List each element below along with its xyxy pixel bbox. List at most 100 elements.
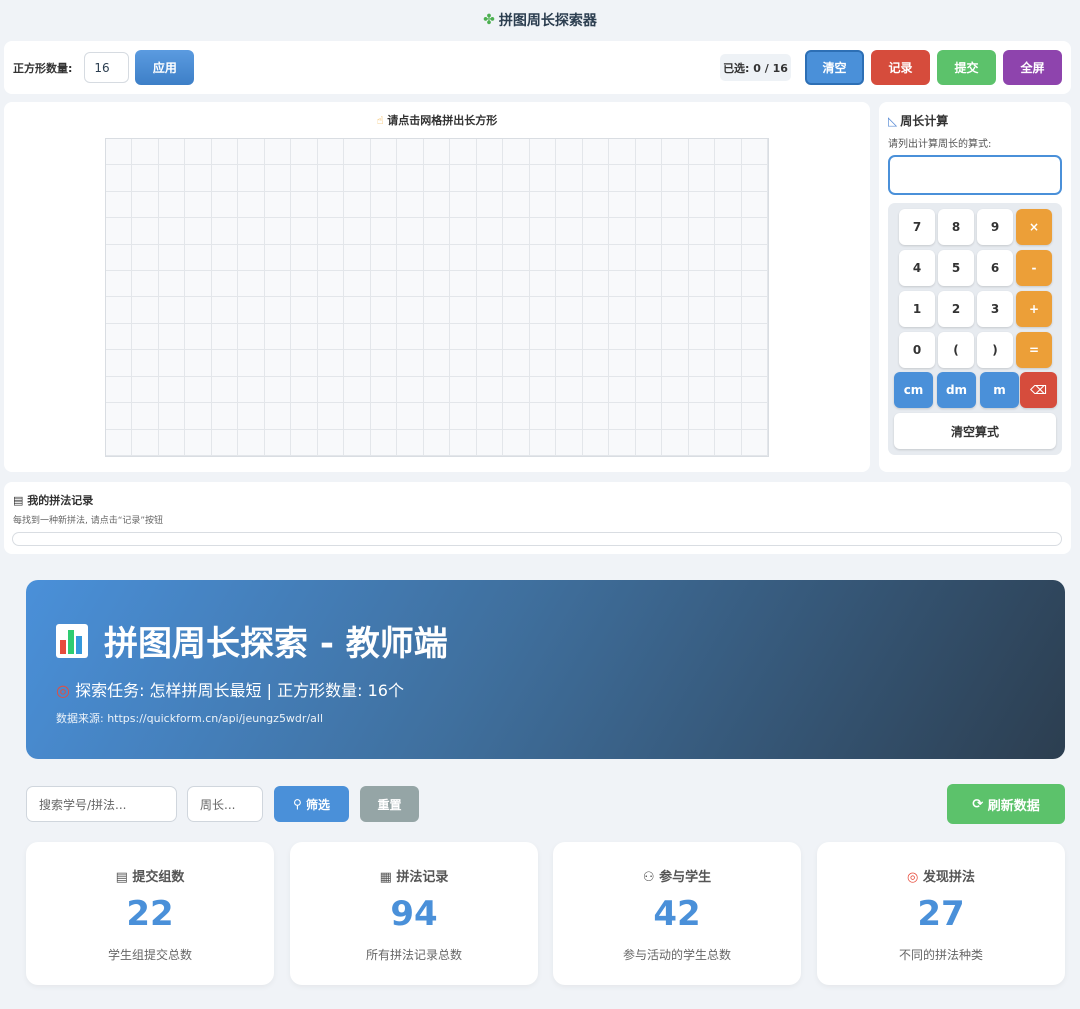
grid-cell[interactable] [291,139,318,166]
grid-cell[interactable] [264,350,292,377]
grid-cell[interactable] [317,297,345,324]
grid-cell[interactable] [556,165,583,192]
digit-8-key[interactable]: 8 [938,209,974,245]
grid-cell[interactable] [635,297,663,324]
grid-cell[interactable] [662,323,689,351]
grid-cell[interactable] [609,429,636,456]
grid-cell[interactable] [344,191,371,219]
grid-cell[interactable] [370,139,398,166]
grid-cell[interactable] [688,403,716,430]
grid-cell[interactable] [662,271,689,298]
grid-cell[interactable] [397,297,424,324]
digit-5-key[interactable]: 5 [938,250,974,286]
grid-cell[interactable] [423,350,451,377]
grid-cell[interactable] [609,403,636,430]
grid-cell[interactable] [556,139,583,166]
grid-cell[interactable] [264,403,292,430]
grid-cell[interactable] [106,271,133,298]
grid-cell[interactable] [741,191,768,219]
grid-cell[interactable] [635,376,663,404]
grid-cell[interactable] [423,429,451,456]
grid-cell[interactable] [450,323,477,351]
digit-0-key[interactable]: 0 [899,332,935,368]
grid-cell[interactable] [476,271,504,298]
grid-cell[interactable] [450,191,477,219]
grid-cell[interactable] [397,244,424,272]
grid-cell[interactable] [635,165,663,192]
grid-cell[interactable] [582,323,610,351]
grid-cell[interactable] [344,244,371,272]
grid-cell[interactable] [582,403,610,430]
grid-cell[interactable] [158,376,186,404]
grid-cell[interactable] [106,297,133,324]
grid-cell[interactable] [370,429,398,456]
grid-cell[interactable] [688,218,716,245]
grid-cell[interactable] [715,271,742,298]
grid-cell[interactable] [423,376,451,404]
perimeter-input[interactable]: 周长... [187,786,263,822]
grid-cell[interactable] [185,323,212,351]
grid-cell[interactable] [106,403,133,430]
grid-cell[interactable] [715,323,742,351]
grid-cell[interactable] [397,218,424,245]
grid-cell[interactable] [662,429,689,456]
grid-cell[interactable] [476,350,504,377]
grid-cell[interactable] [529,191,557,219]
grid-cell[interactable] [397,139,424,166]
grid-cell[interactable] [450,376,477,404]
square-count-input[interactable]: 16 [84,52,130,83]
grid-cell[interactable] [423,271,451,298]
grid-cell[interactable] [211,139,239,166]
grid-cell[interactable] [344,376,371,404]
grid-cell[interactable] [503,403,530,430]
grid-cell[interactable] [529,244,557,272]
grid-cell[interactable] [370,323,398,351]
grid-cell[interactable] [211,403,239,430]
grid-cell[interactable] [211,271,239,298]
grid-cell[interactable] [238,323,265,351]
grid-cell[interactable] [423,323,451,351]
grid-cell[interactable] [529,297,557,324]
grid-cell[interactable] [582,271,610,298]
grid-cell[interactable] [397,191,424,219]
grid-cell[interactable] [582,297,610,324]
grid-cell[interactable] [106,350,133,377]
grid-cell[interactable] [503,271,530,298]
grid-cell[interactable] [106,376,133,404]
grid-cell[interactable] [317,323,345,351]
grid-cell[interactable] [741,376,768,404]
grid-cell[interactable] [291,350,318,377]
grid-cell[interactable] [450,350,477,377]
grid-cell[interactable] [317,244,345,272]
grid-cell[interactable] [317,271,345,298]
grid-cell[interactable] [238,165,265,192]
reset-button[interactable]: 重置 [360,786,419,822]
close-paren-key[interactable]: ) [977,332,1013,368]
grid-cell[interactable] [397,323,424,351]
grid-cell[interactable] [291,191,318,219]
grid-cell[interactable] [635,218,663,245]
grid-cell[interactable] [582,350,610,377]
grid-cell[interactable] [264,165,292,192]
grid-cell[interactable] [741,271,768,298]
grid-cell[interactable] [503,323,530,351]
grid-cell[interactable] [370,165,398,192]
grid-cell[interactable] [370,297,398,324]
grid-cell[interactable] [529,139,557,166]
grid-cell[interactable] [291,429,318,456]
grid-cell[interactable] [132,218,159,245]
grid-cell[interactable] [662,165,689,192]
grid-cell[interactable] [344,429,371,456]
grid-cell[interactable] [741,139,768,166]
grid-cell[interactable] [158,191,186,219]
grid-cell[interactable] [450,297,477,324]
grid-cell[interactable] [476,244,504,272]
grid-cell[interactable] [476,323,504,351]
grid-cell[interactable] [132,244,159,272]
grid-cell[interactable] [238,244,265,272]
grid-cell[interactable] [291,244,318,272]
grid-cell[interactable] [132,350,159,377]
grid-cell[interactable] [238,218,265,245]
grid-cell[interactable] [609,271,636,298]
grid-cell[interactable] [264,297,292,324]
